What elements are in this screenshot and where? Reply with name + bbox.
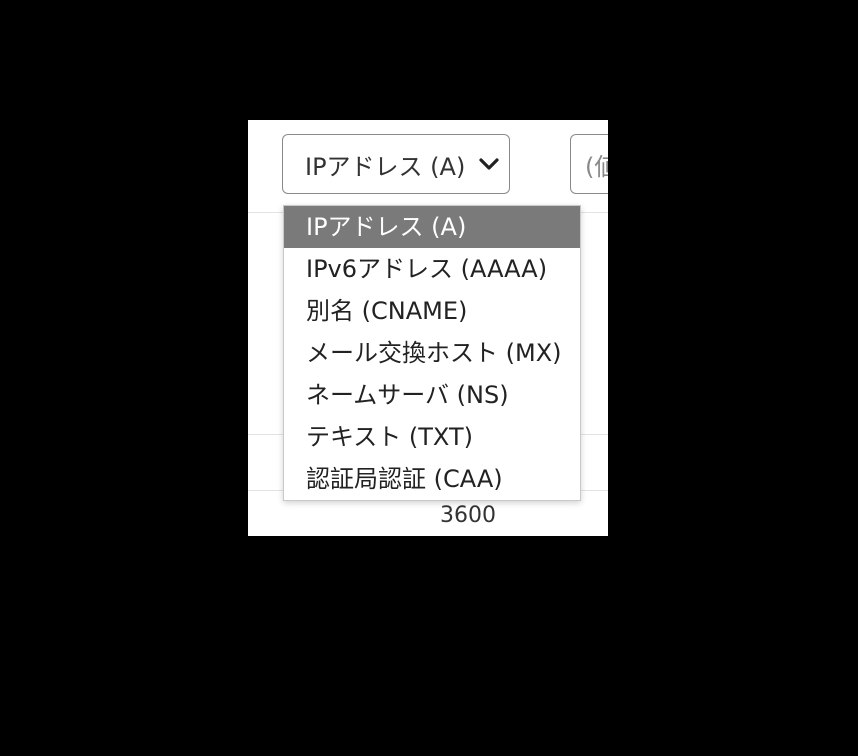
chevron-down-icon (469, 157, 509, 171)
option-txt[interactable]: テキスト (TXT) (284, 416, 580, 458)
option-cname[interactable]: 別名 (CNAME) (284, 290, 580, 332)
option-aaaa[interactable]: IPv6アドレス (AAAA) (284, 248, 580, 290)
option-a[interactable]: IPアドレス (A) (284, 206, 580, 248)
dns-record-editor: IPアドレス (A) (値 3600 IPアドレス (A) IPv6アドレス (… (248, 120, 608, 536)
record-value-input[interactable]: (値 (570, 134, 608, 194)
record-type-selected-value: IPアドレス (A) (305, 152, 466, 181)
option-ns[interactable]: ネームサーバ (NS) (284, 374, 580, 416)
record-type-dropdown-list: IPアドレス (A) IPv6アドレス (AAAA) 別名 (CNAME) メー… (283, 205, 581, 501)
ttl-value: 3600 (440, 503, 496, 528)
record-type-select[interactable]: IPアドレス (A) (282, 134, 510, 194)
option-caa[interactable]: 認証局認証 (CAA) (284, 458, 580, 500)
record-value-placeholder: (値 (585, 152, 608, 181)
option-mx[interactable]: メール交換ホスト (MX) (284, 332, 580, 374)
